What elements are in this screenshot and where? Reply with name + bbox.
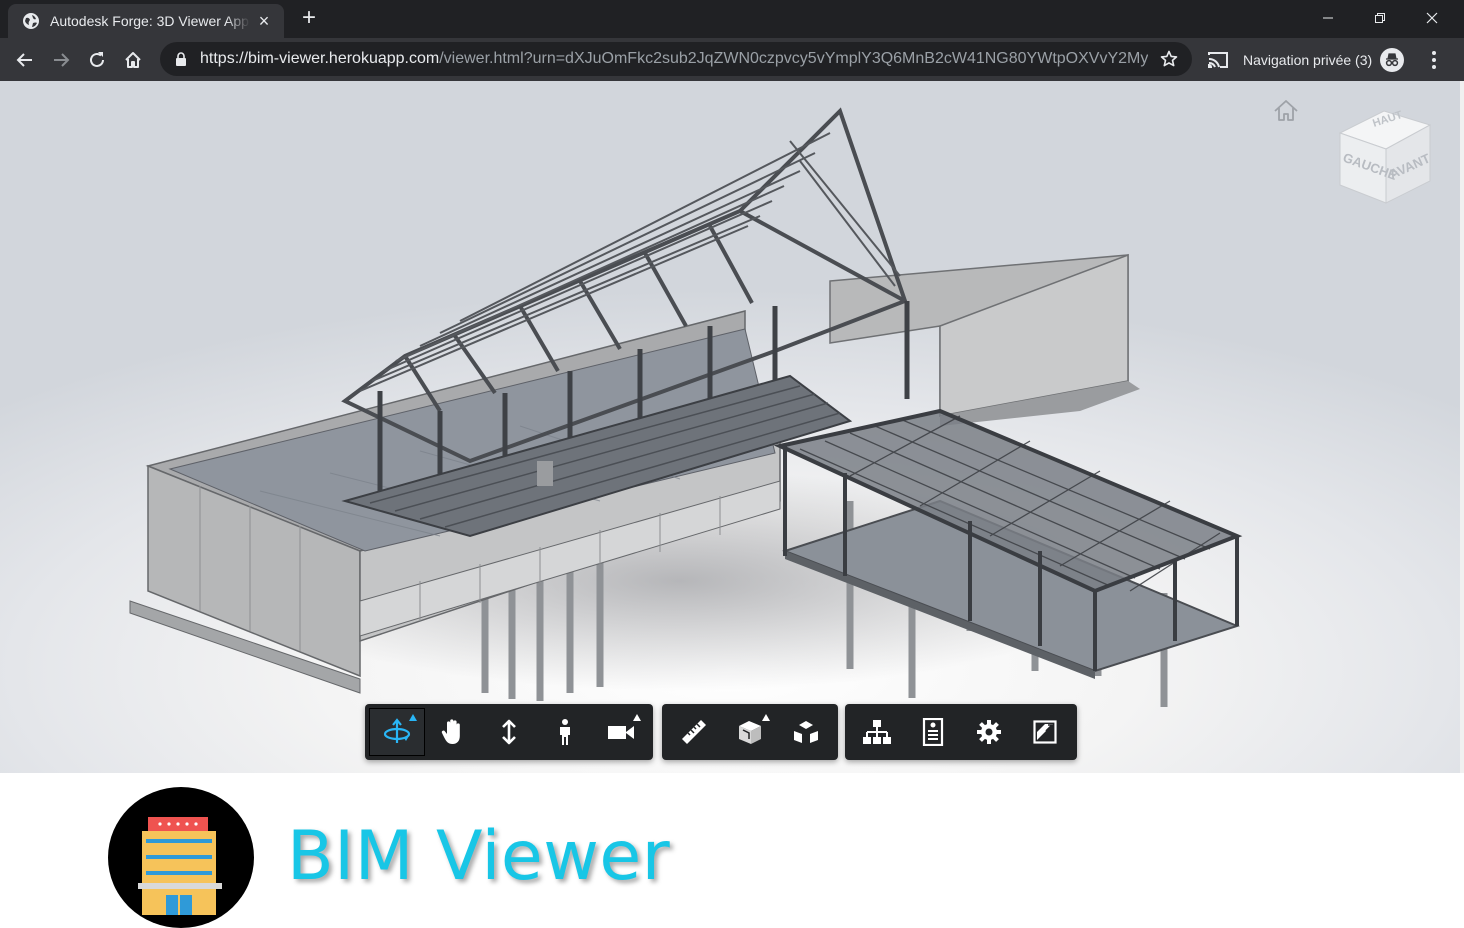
fullscreen-button[interactable] [1017,708,1073,756]
properties-icon [922,718,944,746]
reload-icon[interactable] [82,45,112,75]
pan-tool-button[interactable] [425,708,481,756]
settings-gear-icon [977,720,1001,744]
bookmark-star-icon[interactable] [1158,48,1180,70]
section-icon [739,721,761,744]
tab-title: Autodesk Forge: 3D Viewer App [50,13,249,29]
lock-icon [174,52,188,66]
view-cube[interactable]: HAUT GAUCHE AVANT [1332,103,1440,213]
browser-toolbar: https://bim-viewer.herokuapp.com/viewer.… [0,38,1464,81]
explode-tool-button[interactable] [778,708,834,756]
browser-title-bar: Autodesk Forge: 3D Viewer App × + [0,0,1464,38]
forward-icon[interactable] [46,45,76,75]
modeling-toolbar [662,704,838,760]
building-logo-icon [108,787,254,928]
camera-flyout-indicator [633,714,641,721]
new-tab-button[interactable]: + [296,6,322,32]
explode-icon [794,721,818,743]
dolly-tool-button[interactable] [481,708,537,756]
orbit-tool-button[interactable] [369,708,425,756]
building-model[interactable] [0,81,1460,773]
settings-toolbar [845,704,1077,760]
viewer-scrollbar[interactable] [1460,81,1464,773]
measure-tool-button[interactable] [666,708,722,756]
camera-icon [608,726,634,739]
viewer-canvas[interactable]: HAUT GAUCHE AVANT [0,81,1460,773]
more-menu-icon[interactable] [1422,48,1446,72]
restore-icon[interactable] [1360,6,1400,30]
globe-icon [22,12,40,30]
incognito-indicator[interactable]: Navigation privée (3) [1243,45,1405,75]
url-host: https://bim-viewer.herokuapp.com [200,50,440,67]
incognito-label: Navigation privée (3) [1243,52,1373,68]
close-window-icon[interactable] [1412,6,1452,30]
first-person-icon [560,719,570,745]
url-path: /viewer.html?urn=dXJuOmFkc2sub2JqZWN0czp… [439,50,1148,67]
incognito-icon [1380,48,1405,72]
orbit-flyout-indicator [409,714,417,721]
home-page-icon[interactable] [118,45,148,75]
settings-button[interactable] [961,708,1017,756]
minimize-icon[interactable] [1308,6,1348,30]
dolly-icon [502,719,516,745]
camera-tool-button[interactable] [593,708,649,756]
section-flyout-indicator [762,714,770,721]
brand-title: BIM Viewer [287,817,671,896]
home-view-icon[interactable] [1272,99,1300,123]
section-tool-button[interactable] [722,708,778,756]
tab-close-icon[interactable]: × [254,12,274,30]
model-browser-button[interactable] [849,708,905,756]
pan-icon [441,719,460,744]
navigation-toolbar [365,704,653,760]
cast-icon[interactable] [1206,48,1230,72]
back-icon[interactable] [10,45,40,75]
browser-tab[interactable]: Autodesk Forge: 3D Viewer App × [8,4,284,38]
model-browser-icon [863,720,891,744]
properties-button[interactable] [905,708,961,756]
address-bar[interactable]: https://bim-viewer.herokuapp.com/viewer.… [160,42,1192,76]
fullscreen-icon [1033,720,1057,744]
first-person-tool-button[interactable] [537,708,593,756]
orbit-icon [383,718,411,743]
measure-icon [682,720,706,744]
url-text: https://bim-viewer.herokuapp.com/viewer.… [200,50,1148,68]
